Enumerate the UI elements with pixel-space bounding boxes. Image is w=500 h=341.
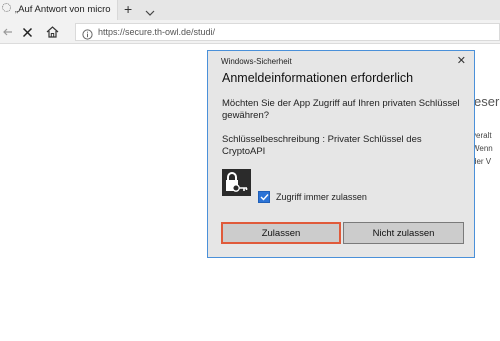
address-bar[interactable]: https://secure.th-owl.de/studi/	[75, 23, 500, 41]
close-icon[interactable]: ✕	[457, 54, 466, 67]
allow-button[interactable]: Zulassen	[221, 222, 341, 244]
site-info-icon[interactable]	[82, 27, 93, 45]
tab-strip: „Auf Antwort von micro +	[0, 0, 500, 20]
deny-button[interactable]: Nicht zulassen	[343, 222, 464, 244]
always-allow-checkbox-row[interactable]: Zugriff immer zulassen	[258, 190, 367, 203]
page-heading-fragment: eser	[474, 94, 500, 109]
always-allow-label[interactable]: Zugriff immer zulassen	[276, 192, 367, 202]
navigation-bar: https://secure.th-owl.de/studi/	[0, 20, 500, 44]
tab-active[interactable]: „Auf Antwort von micro	[0, 0, 118, 20]
lock-key-icon	[222, 169, 251, 196]
new-tab-button[interactable]: +	[124, 1, 132, 17]
stop-loading-icon[interactable]	[18, 20, 36, 44]
always-allow-checkbox[interactable]	[258, 190, 270, 203]
key-description: Schlüsselbeschreibung : Privater Schlüss…	[222, 134, 422, 157]
tab-title: „Auf Antwort von micro	[15, 4, 111, 15]
home-icon[interactable]	[42, 20, 62, 44]
dialog-message: Möchten Sie der App Zugriff auf Ihren pr…	[222, 98, 460, 121]
windows-security-dialog: Windows-Sicherheit ✕ Anmeldeinformatione…	[207, 50, 475, 258]
back-arrow-icon[interactable]	[0, 20, 16, 44]
loading-spinner-icon	[2, 3, 11, 12]
browser-window: „Auf Antwort von micro + https://secure.…	[0, 0, 500, 341]
dialog-title: Anmeldeinformationen erforderlich	[222, 71, 414, 85]
address-url[interactable]: https://secure.th-owl.de/studi/	[98, 27, 215, 37]
dialog-caption: Windows-Sicherheit	[221, 57, 292, 66]
page-text-fragment: Wenn	[472, 144, 493, 153]
